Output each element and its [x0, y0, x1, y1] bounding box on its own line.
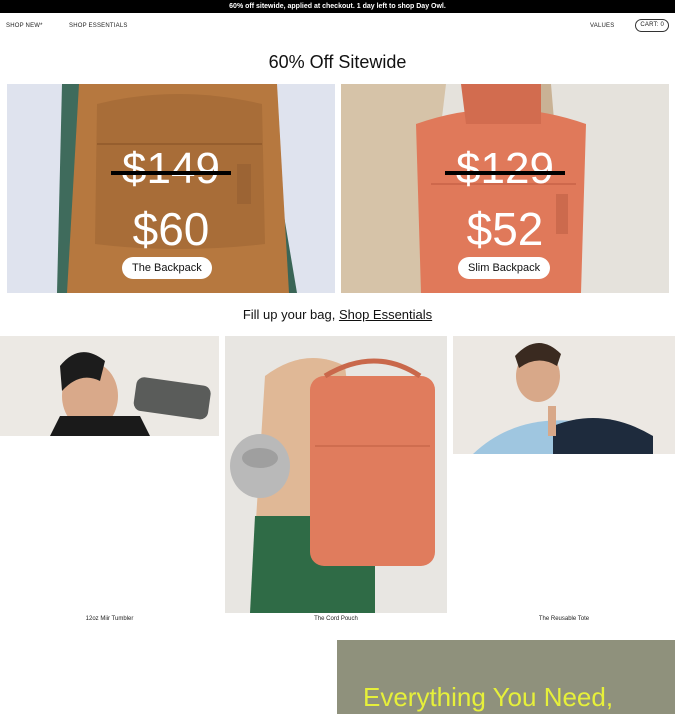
- nav-values-link[interactable]: VALUES: [590, 23, 614, 29]
- banner-headline: Everything You Need,: [363, 682, 614, 712]
- top-nav: SHOP NEW* SHOP ESSENTIALS VALUES CART: 0: [0, 13, 675, 41]
- promo-new-price: $60: [132, 203, 210, 255]
- shop-essentials-link[interactable]: Shop Essentials: [339, 307, 432, 322]
- product-tile-cord-pouch[interactable]: [225, 336, 447, 613]
- promo-card-slim-backpack[interactable]: $129 $52 Slim Backpack: [341, 84, 669, 293]
- nav-shop-essentials-link[interactable]: SHOP ESSENTIALS: [69, 23, 128, 29]
- page-headline: 60% Off Sitewide: [268, 52, 407, 72]
- price-strikethrough: [111, 171, 231, 175]
- essentials-lead-text: Fill up your bag,: [242, 307, 339, 322]
- price-strikethrough: [445, 171, 565, 175]
- tote-photo: [453, 336, 675, 454]
- product-tile-reusable-tote[interactable]: [453, 336, 675, 454]
- cord-pouch-photo: [225, 336, 447, 613]
- product-tile-tumbler[interactable]: [0, 336, 219, 436]
- promo-new-price: $52: [466, 203, 544, 255]
- essentials-heading: Fill up your bag, Shop Essentials: [0, 307, 675, 322]
- nav-shop-new-link[interactable]: SHOP NEW*: [6, 23, 43, 29]
- promo-old-price: $129: [456, 144, 554, 193]
- promo-old-price: $149: [122, 144, 220, 193]
- product-name[interactable]: 12oz Miir Tumbler: [0, 616, 219, 622]
- cart-button[interactable]: CART: 0: [635, 19, 669, 32]
- product-name[interactable]: The Cord Pouch: [225, 616, 447, 622]
- promo-label-button[interactable]: Slim Backpack: [458, 257, 551, 279]
- promo-label-button[interactable]: The Backpack: [122, 257, 212, 279]
- everything-banner: Everything You Need,: [337, 640, 675, 714]
- promo-card-backpack[interactable]: $149 $60 The Backpack: [7, 84, 335, 293]
- product-name[interactable]: The Reusable Tote: [453, 616, 675, 622]
- tumbler-photo: [0, 336, 219, 436]
- announcement-bar: 60% off sitewide, applied at checkout. 1…: [0, 0, 675, 13]
